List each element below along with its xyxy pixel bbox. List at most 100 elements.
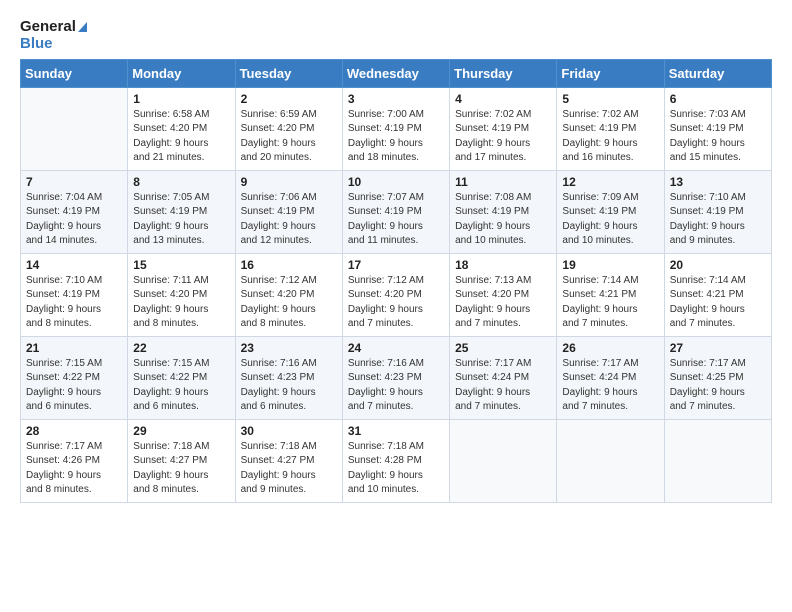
days-header-row: SundayMondayTuesdayWednesdayThursdayFrid… (21, 59, 772, 87)
calendar-cell: 3 Sunrise: 7:00 AM Sunset: 4:19 PM Daylig… (342, 87, 449, 170)
calendar-cell: 11 Sunrise: 7:08 AM Sunset: 4:19 PM Dayli… (450, 170, 557, 253)
day-info: Sunrise: 7:14 AM Sunset: 4:21 PM Dayligh… (562, 274, 658, 332)
week-row-3: 14 Sunrise: 7:10 AM Sunset: 4:19 PM Dayli… (21, 253, 772, 336)
day-info: Sunrise: 7:16 AM Sunset: 4:23 PM Dayligh… (241, 357, 337, 415)
day-header-wednesday: Wednesday (342, 59, 449, 87)
calendar-cell: 20 Sunrise: 7:14 AM Sunset: 4:21 PM Dayli… (664, 253, 771, 336)
calendar-cell: 12 Sunrise: 7:09 AM Sunset: 4:19 PM Dayli… (557, 170, 664, 253)
day-header-tuesday: Tuesday (235, 59, 342, 87)
header: General Blue (20, 18, 772, 53)
calendar-cell: 9 Sunrise: 7:06 AM Sunset: 4:19 PM Daylig… (235, 170, 342, 253)
day-info: Sunrise: 7:10 AM Sunset: 4:19 PM Dayligh… (26, 274, 122, 332)
calendar-cell: 8 Sunrise: 7:05 AM Sunset: 4:19 PM Daylig… (128, 170, 235, 253)
calendar-cell: 13 Sunrise: 7:10 AM Sunset: 4:19 PM Dayli… (664, 170, 771, 253)
day-number: 15 (133, 258, 229, 272)
day-number: 18 (455, 258, 551, 272)
calendar-cell: 27Sunrise: 7:17 AM Sunset: 4:25 PM Dayli… (664, 336, 771, 419)
day-number: 9 (241, 175, 337, 189)
day-header-saturday: Saturday (664, 59, 771, 87)
day-info: Sunrise: 7:12 AM Sunset: 4:20 PM Dayligh… (348, 274, 444, 332)
calendar-cell: 23 Sunrise: 7:16 AM Sunset: 4:23 PM Dayli… (235, 336, 342, 419)
calendar-cell: 7 Sunrise: 7:04 AM Sunset: 4:19 PM Daylig… (21, 170, 128, 253)
week-row-5: 28 Sunrise: 7:17 AM Sunset: 4:26 PM Dayli… (21, 419, 772, 502)
day-number: 4 (455, 92, 551, 106)
day-info: Sunrise: 7:17 AM Sunset: 4:24 PM Dayligh… (562, 357, 658, 415)
day-number: 2 (241, 92, 337, 106)
calendar-cell (21, 87, 128, 170)
day-info: Sunrise: 7:08 AM Sunset: 4:19 PM Dayligh… (455, 191, 551, 249)
day-number: 14 (26, 258, 122, 272)
day-header-friday: Friday (557, 59, 664, 87)
day-info: Sunrise: 7:13 AM Sunset: 4:20 PM Dayligh… (455, 274, 551, 332)
calendar-cell: 16 Sunrise: 7:12 AM Sunset: 4:20 PM Dayli… (235, 253, 342, 336)
day-info: Sunrise: 7:02 AM Sunset: 4:19 PM Dayligh… (455, 108, 551, 166)
day-info: Sunrise: 7:07 AM Sunset: 4:19 PM Dayligh… (348, 191, 444, 249)
day-number: 13 (670, 175, 766, 189)
day-number: 17 (348, 258, 444, 272)
calendar-cell: 17 Sunrise: 7:12 AM Sunset: 4:20 PM Dayli… (342, 253, 449, 336)
day-number: 27 (670, 341, 766, 355)
day-header-monday: Monday (128, 59, 235, 87)
day-info: Sunrise: 6:59 AM Sunset: 4:20 PM Dayligh… (241, 108, 337, 166)
day-number: 5 (562, 92, 658, 106)
day-number: 28 (26, 424, 122, 438)
day-info: Sunrise: 7:05 AM Sunset: 4:19 PM Dayligh… (133, 191, 229, 249)
calendar-cell: 18 Sunrise: 7:13 AM Sunset: 4:20 PM Dayli… (450, 253, 557, 336)
day-info: Sunrise: 7:17 AM Sunset: 4:24 PM Dayligh… (455, 357, 551, 415)
calendar-cell: 14 Sunrise: 7:10 AM Sunset: 4:19 PM Dayli… (21, 253, 128, 336)
calendar-cell: 30Sunrise: 7:18 AM Sunset: 4:27 PM Dayli… (235, 419, 342, 502)
day-number: 11 (455, 175, 551, 189)
day-info: Sunrise: 7:10 AM Sunset: 4:19 PM Dayligh… (670, 191, 766, 249)
calendar-cell: 1 Sunrise: 6:58 AM Sunset: 4:20 PM Daylig… (128, 87, 235, 170)
day-number: 12 (562, 175, 658, 189)
day-info: Sunrise: 7:15 AM Sunset: 4:22 PM Dayligh… (133, 357, 229, 415)
day-number: 20 (670, 258, 766, 272)
day-number: 24 (348, 341, 444, 355)
calendar-cell (664, 419, 771, 502)
week-row-4: 21 Sunrise: 7:15 AM Sunset: 4:22 PM Dayli… (21, 336, 772, 419)
calendar-cell: 24Sunrise: 7:16 AM Sunset: 4:23 PM Dayli… (342, 336, 449, 419)
day-number: 6 (670, 92, 766, 106)
day-info: Sunrise: 7:18 AM Sunset: 4:27 PM Dayligh… (241, 440, 337, 498)
day-info: Sunrise: 7:14 AM Sunset: 4:21 PM Dayligh… (670, 274, 766, 332)
day-number: 21 (26, 341, 122, 355)
calendar-table: SundayMondayTuesdayWednesdayThursdayFrid… (20, 59, 772, 503)
day-number: 23 (241, 341, 337, 355)
day-number: 1 (133, 92, 229, 106)
calendar-cell: 4 Sunrise: 7:02 AM Sunset: 4:19 PM Daylig… (450, 87, 557, 170)
day-info: Sunrise: 7:17 AM Sunset: 4:26 PM Dayligh… (26, 440, 122, 498)
logo-blue: Blue (20, 35, 87, 52)
calendar-cell (450, 419, 557, 502)
week-row-1: 1 Sunrise: 6:58 AM Sunset: 4:20 PM Daylig… (21, 87, 772, 170)
calendar-cell: 25 Sunrise: 7:17 AM Sunset: 4:24 PM Dayli… (450, 336, 557, 419)
day-info: Sunrise: 7:03 AM Sunset: 4:19 PM Dayligh… (670, 108, 766, 166)
day-info: Sunrise: 7:18 AM Sunset: 4:27 PM Dayligh… (133, 440, 229, 498)
calendar-cell: 26 Sunrise: 7:17 AM Sunset: 4:24 PM Dayli… (557, 336, 664, 419)
day-number: 3 (348, 92, 444, 106)
calendar-cell (557, 419, 664, 502)
logo-general: General (20, 18, 87, 35)
day-info: Sunrise: 7:09 AM Sunset: 4:19 PM Dayligh… (562, 191, 658, 249)
calendar-cell: 31Sunrise: 7:18 AM Sunset: 4:28 PM Dayli… (342, 419, 449, 502)
day-info: Sunrise: 7:12 AM Sunset: 4:20 PM Dayligh… (241, 274, 337, 332)
page: General Blue SundayMondayTuesdayWednesda… (0, 0, 792, 612)
week-row-2: 7 Sunrise: 7:04 AM Sunset: 4:19 PM Daylig… (21, 170, 772, 253)
calendar-cell: 22Sunrise: 7:15 AM Sunset: 4:22 PM Dayli… (128, 336, 235, 419)
day-number: 8 (133, 175, 229, 189)
calendar-cell: 15Sunrise: 7:11 AM Sunset: 4:20 PM Dayli… (128, 253, 235, 336)
day-info: Sunrise: 7:04 AM Sunset: 4:19 PM Dayligh… (26, 191, 122, 249)
day-info: Sunrise: 7:00 AM Sunset: 4:19 PM Dayligh… (348, 108, 444, 166)
day-info: Sunrise: 7:15 AM Sunset: 4:22 PM Dayligh… (26, 357, 122, 415)
day-number: 16 (241, 258, 337, 272)
calendar-cell: 6 Sunrise: 7:03 AM Sunset: 4:19 PM Daylig… (664, 87, 771, 170)
day-number: 7 (26, 175, 122, 189)
day-info: Sunrise: 7:18 AM Sunset: 4:28 PM Dayligh… (348, 440, 444, 498)
calendar-cell: 28 Sunrise: 7:17 AM Sunset: 4:26 PM Dayli… (21, 419, 128, 502)
day-info: Sunrise: 6:58 AM Sunset: 4:20 PM Dayligh… (133, 108, 229, 166)
calendar-cell: 29Sunrise: 7:18 AM Sunset: 4:27 PM Dayli… (128, 419, 235, 502)
logo: General Blue (20, 18, 87, 53)
day-number: 19 (562, 258, 658, 272)
day-number: 25 (455, 341, 551, 355)
day-number: 26 (562, 341, 658, 355)
day-info: Sunrise: 7:06 AM Sunset: 4:19 PM Dayligh… (241, 191, 337, 249)
